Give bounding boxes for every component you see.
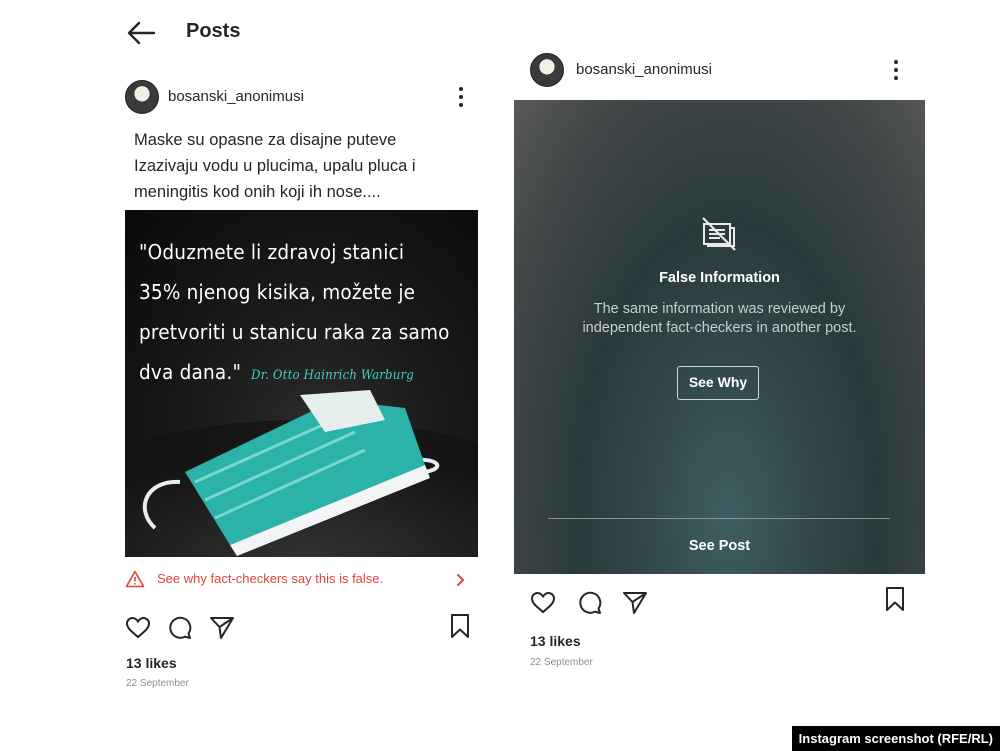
post-image[interactable]: "Oduzmete li zdravoj stanici 35% njenog …	[125, 210, 478, 557]
overlay-divider	[548, 518, 890, 519]
more-options-icon[interactable]	[887, 59, 905, 81]
post-date: 22 September	[530, 657, 593, 668]
comment-icon[interactable]	[167, 615, 193, 641]
comment-icon[interactable]	[577, 590, 603, 616]
post-caption: Maske su opasne za disajne puteve Izaziv…	[134, 127, 484, 205]
heart-icon[interactable]	[125, 615, 151, 641]
heart-icon[interactable]	[530, 590, 556, 616]
fact-check-link[interactable]: See why fact-checkers say this is false.	[125, 568, 478, 592]
overlay-title: False Information	[659, 270, 780, 286]
more-options-icon[interactable]	[452, 86, 470, 108]
fact-check-text: See why fact-checkers say this is false.	[157, 571, 384, 586]
likes-count[interactable]: 13 likes	[126, 655, 177, 671]
bookmark-icon[interactable]	[882, 586, 908, 612]
bookmark-icon[interactable]	[447, 613, 473, 639]
see-why-button[interactable]: See Why	[677, 366, 759, 400]
image-quote: "Oduzmete li zdravoj stanici 35% njenog …	[139, 232, 469, 396]
quote-author: Dr. Otto Hainrich Warburg	[251, 368, 414, 383]
post-username[interactable]: bosanski_anonimusi	[576, 61, 712, 78]
caption-line: Izazivaju vodu u plucima, upalu pluca i	[134, 157, 416, 175]
see-post-button[interactable]: See Post	[514, 538, 925, 554]
overlay-description-line: independent fact-checkers in another pos…	[582, 320, 857, 336]
avatar[interactable]	[530, 53, 564, 87]
quote-line-end: dva dana."	[139, 360, 242, 384]
post-username[interactable]: bosanski_anonimusi	[168, 88, 304, 105]
quote-line: 35% njenog kisika, možete je	[139, 280, 416, 304]
back-arrow-icon[interactable]	[126, 20, 156, 46]
chevron-right-icon	[457, 574, 465, 586]
quote-line: "Oduzmete li zdravoj stanici	[139, 240, 405, 264]
share-icon[interactable]	[622, 590, 648, 616]
hidden-content-icon	[702, 217, 736, 251]
likes-count[interactable]: 13 likes	[530, 633, 581, 649]
overlay-description-line: The same information was reviewed by	[593, 301, 846, 317]
caption-line: meningitis kod onih koji ih nose....	[134, 183, 381, 201]
overlay-description: The same information was reviewed by ind…	[554, 300, 885, 338]
quote-line: pretvoriti u stanicu raka za samo	[139, 320, 450, 344]
caption-line: Maske su opasne za disajne puteve	[134, 131, 397, 149]
avatar[interactable]	[125, 80, 159, 114]
warning-icon	[125, 570, 145, 588]
image-credit: Instagram screenshot (RFE/RL)	[791, 726, 1000, 751]
post-date: 22 September	[126, 678, 189, 689]
quote-line: dva dana." Dr. Otto Hainrich Warburg	[139, 352, 469, 396]
share-icon[interactable]	[209, 615, 235, 641]
page-title: Posts	[186, 20, 241, 42]
false-information-overlay: False Information The same information w…	[514, 100, 925, 574]
